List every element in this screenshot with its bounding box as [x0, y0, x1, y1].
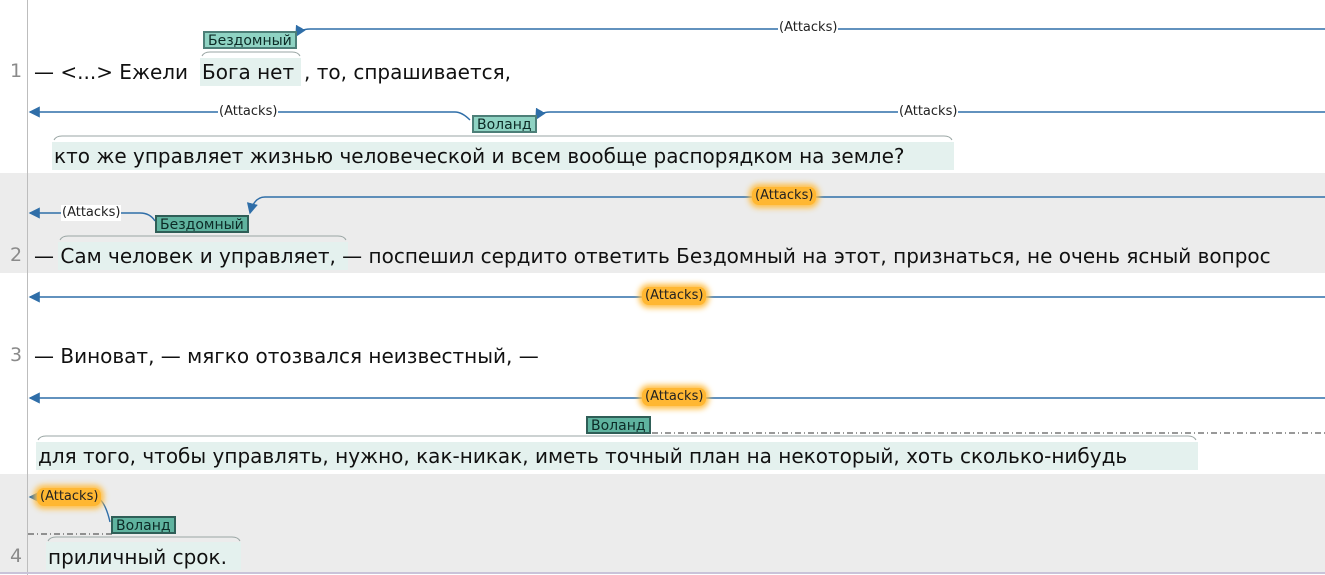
entity-label-voland[interactable]: Воланд — [586, 416, 651, 434]
line-number-3: 3 — [10, 344, 23, 366]
sentence-text[interactable]: Бога нет — [202, 60, 294, 84]
relation-label[interactable]: (Attacks) — [898, 104, 959, 120]
relation-label-highlighted[interactable]: (Attacks) — [642, 388, 707, 406]
relation-label-highlighted[interactable]: (Attacks) — [642, 287, 707, 305]
sentence-text[interactable]: — Виноват, — мягко отозвался неизвестный… — [34, 344, 539, 368]
gutter-divider — [27, 0, 28, 575]
relation-label[interactable]: (Attacks) — [778, 20, 839, 36]
sentence-text[interactable]: — <...> Ежели — [34, 60, 188, 84]
entity-label-bezdomny[interactable]: Бездомный — [155, 215, 249, 233]
line-number-2: 2 — [10, 244, 23, 266]
sentence-text[interactable]: , то, спрашивается, — [304, 60, 511, 84]
entity-label-voland[interactable]: Воланд — [111, 516, 176, 534]
bottom-border — [0, 572, 1325, 574]
relation-label[interactable]: (Attacks) — [218, 104, 279, 120]
entity-label-voland[interactable]: Воланд — [472, 115, 537, 133]
span-bracket — [53, 135, 953, 141]
sentence-text[interactable]: для того, чтобы управлять, нужно, как-ни… — [38, 444, 1127, 468]
sentence-text[interactable]: приличный срок. — [48, 545, 227, 569]
relation-label[interactable]: (Attacks) — [61, 205, 122, 221]
line-number-4: 4 — [10, 545, 23, 567]
sentence-text[interactable]: кто же управляет жизнью человеческой и в… — [54, 144, 905, 168]
relation-label-highlighted[interactable]: (Attacks) — [37, 488, 102, 506]
sentence-text[interactable]: — Сам человек и управляет, — поспешил се… — [34, 244, 1271, 268]
entity-label-bezdomny[interactable]: Бездомный — [203, 31, 297, 49]
span-bracket — [201, 51, 301, 57]
span-bracket — [37, 435, 1197, 441]
line-number-1: 1 — [10, 60, 23, 82]
relation-label-highlighted[interactable]: (Attacks) — [752, 187, 817, 205]
